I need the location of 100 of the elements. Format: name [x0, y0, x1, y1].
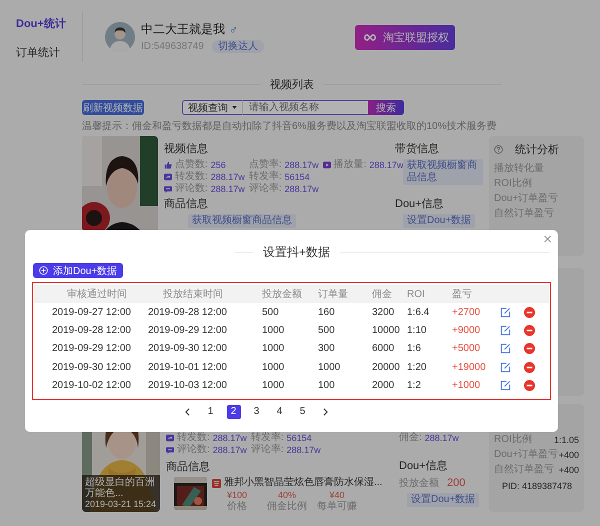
section-heading: 带货信息: [395, 142, 439, 156]
column-header: 投放金额: [262, 288, 303, 301]
edit-icon[interactable]: [500, 325, 511, 336]
delete-icon[interactable]: [524, 325, 535, 336]
panel-label: ROI比例: [494, 434, 532, 446]
edit-icon[interactable]: [500, 343, 511, 354]
dialog-title: 设置抖+数据: [263, 244, 330, 260]
caret-icon: [232, 106, 237, 109]
chevron-left-icon: [185, 408, 190, 416]
stat-label: 转发数:: [177, 432, 210, 444]
button-label: 添加Dou+数据: [53, 264, 118, 278]
panel-label: 自然订单盈亏: [494, 464, 554, 476]
table-cell-text: 500: [318, 325, 336, 336]
fetch-goods-button[interactable]: 获取视频橱窗商品信息: [188, 214, 296, 228]
delete-icon[interactable]: [524, 343, 535, 354]
stat-label: 点赞率:: [248, 159, 282, 170]
column-header: 审核通过时间: [66, 288, 128, 301]
fetch-goods-button[interactable]: 获取视频橱窗商品信息: [403, 159, 483, 185]
stat-label: 转发率:: [250, 432, 284, 444]
table-cell-text: +19000: [452, 362, 487, 373]
column-header: ROI: [407, 288, 426, 300]
table-cell-text: 20000: [372, 362, 401, 373]
edit-icon[interactable]: [500, 362, 511, 373]
search-button[interactable]: 搜索: [368, 100, 404, 115]
metric-label: 每单可赚: [317, 501, 357, 513]
section-heading: Dou+信息: [395, 197, 444, 211]
search-field[interactable]: 请输入视频名称: [243, 100, 368, 115]
stat-value: 288.17w: [210, 183, 245, 195]
table-cell-text: +9000: [452, 325, 482, 336]
sidebar-item[interactable]: 订单统计: [16, 45, 60, 60]
refresh-button[interactable]: 刷新视频数据: [82, 100, 144, 115]
amount-label: 投放金额: [399, 476, 439, 490]
stat-label: 佣金:: [399, 432, 422, 444]
table-cell-text: 1000: [262, 325, 286, 336]
sidebar-item[interactable]: Dou+统计: [16, 16, 66, 31]
table-cell-text: 1000: [262, 362, 286, 373]
shop-icon: [212, 478, 221, 488]
stat-value: 288.17w: [369, 159, 404, 171]
delete-icon[interactable]: [524, 362, 535, 373]
page-button[interactable]: 2: [226, 404, 240, 419]
panel-title: 统计分析: [515, 142, 559, 157]
edit-icon[interactable]: [500, 306, 511, 318]
table-cell-text: 2019-09-28 12:00: [52, 325, 132, 336]
video-caption: 超级显白的百洲万能色...: [85, 477, 156, 499]
table-cell-text: 3200: [372, 306, 396, 318]
column-header: 投放结束时间: [162, 288, 224, 301]
column-header: 佣金: [372, 288, 393, 301]
comment-icon: [166, 446, 174, 454]
table-cell-text: 100: [318, 380, 336, 392]
delete-icon[interactable]: [524, 306, 535, 318]
table-cell-text: 2000: [372, 380, 396, 392]
metric-value: ¥100: [226, 490, 248, 500]
stat-value: 288.17w: [284, 183, 319, 195]
panel-label: 自然订单盈亏: [494, 208, 555, 220]
delete-icon[interactable]: [524, 380, 535, 392]
table-cell-text: 2019-10-03 12:00: [148, 380, 228, 392]
table-cell-text: 1000: [318, 362, 342, 373]
add-button[interactable]: 添加Dou+数据: [33, 263, 124, 278]
table-cell-text: 2019-09-28 12:00: [148, 306, 228, 318]
table-cell-text: 2019-09-30 12:00: [52, 362, 132, 373]
table-cell-text: 1:20: [407, 362, 428, 373]
metric-value: ¥40: [329, 490, 345, 500]
section-heading: 视频信息: [164, 142, 208, 156]
search-type-dropdown[interactable]: 视频查询: [182, 100, 243, 115]
dropdown-label: 视频查询: [188, 102, 228, 114]
metric-label: 价格: [227, 501, 247, 513]
user-name: 中二大王就是我: [141, 21, 225, 38]
stat-value: 288.17w: [210, 171, 245, 183]
switch-account-button[interactable]: 切换达人: [212, 40, 264, 53]
pid-text: PID: 4189387478: [501, 481, 574, 491]
table-cell-text: 2019-09-29 12:00: [52, 343, 132, 354]
stat-value: 288.17w: [424, 432, 459, 444]
close-button[interactable]: ×: [543, 232, 552, 248]
table-cell-text: +1000: [452, 380, 482, 392]
panel-label: ROI比例: [494, 178, 533, 190]
stat-value: 56154: [286, 432, 312, 444]
table-cell-text: +2700: [452, 306, 482, 318]
table-cell-text: 1:6.4: [407, 306, 430, 318]
stat-label: 评论数:: [175, 183, 208, 195]
table-cell-text: 2019-10-02 12:00: [52, 380, 132, 392]
avatar: [105, 22, 135, 52]
stat-label: 评论率:: [248, 183, 282, 195]
stat-label: 播放量:: [334, 159, 366, 171]
thumbs-up-icon: [164, 161, 172, 169]
table-cell-text: 2019-09-27 12:00: [52, 306, 132, 318]
column-header: 盈亏: [452, 288, 473, 301]
set-dou-button[interactable]: 设置Dou+数据: [403, 214, 476, 228]
section-heading: Dou+信息: [399, 459, 448, 473]
table-cell-text: 6000: [372, 343, 396, 354]
metric-label: 佣金比例: [267, 501, 307, 513]
authorize-button[interactable]: 淘宝联盟授权: [355, 24, 455, 50]
table-cell-text: 300: [318, 343, 336, 354]
edit-icon[interactable]: [500, 380, 511, 392]
panel-value: 1:1.05: [554, 434, 579, 446]
stat-label: 评论率:: [250, 444, 284, 456]
table-cell-text: 2019-09-30 12:00: [148, 343, 228, 354]
table-cell-text: 1000: [262, 380, 286, 392]
table-cell-text: 1:10: [407, 325, 428, 336]
set-dou-button[interactable]: 设置Dou+数据: [407, 493, 480, 507]
share-icon: [164, 173, 172, 181]
